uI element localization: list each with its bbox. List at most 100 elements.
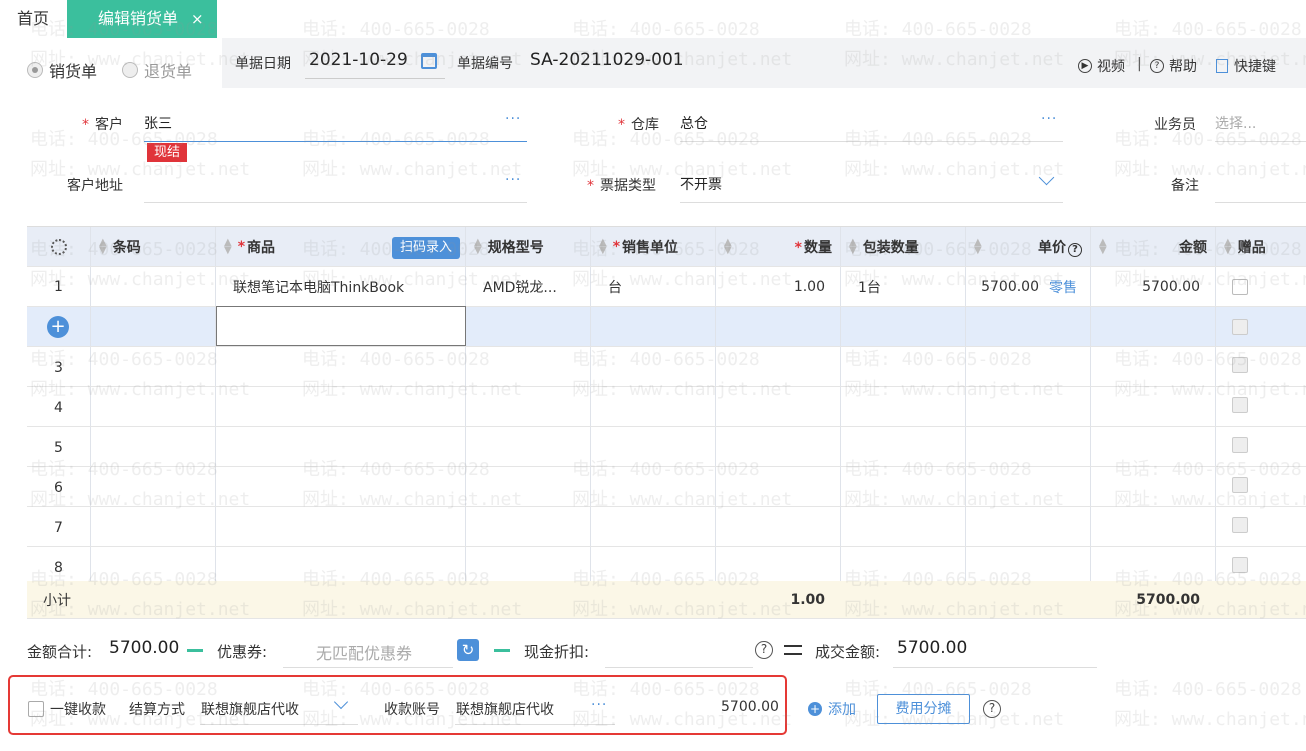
cell-pack-qty[interactable] (840, 307, 965, 346)
one-click-checkbox[interactable] (28, 701, 44, 717)
cell-unit[interactable]: 台 (590, 267, 715, 306)
col-amount[interactable]: ▲ ▼ 金额 (1090, 227, 1215, 266)
cell-spec[interactable] (465, 307, 590, 346)
salesman-input[interactable]: 选择... (1215, 113, 1256, 133)
keyboard-icon (1216, 59, 1228, 73)
address-input[interactable] (144, 202, 527, 203)
customer-input[interactable]: 张三 (144, 113, 172, 133)
cell-pack-qty[interactable]: 1台 (840, 267, 965, 306)
cell-gift[interactable] (1215, 307, 1306, 346)
fee-allocation-button[interactable]: 费用分摊 (877, 694, 970, 724)
shortcut-label: 快捷键 (1234, 59, 1276, 75)
radio-sales-order[interactable]: 销货单 (27, 58, 97, 82)
cell-qty[interactable] (715, 307, 840, 346)
help-icon[interactable]: ? (755, 641, 773, 659)
cell-spec[interactable]: AMD锐龙... (465, 267, 590, 306)
table-header: ▲ ▼ 条码 ▲ ▼ * 商品 ▲ ▼ 规格型号 ▲ ▼ * 销售单位 ▲ ▼ * 数量 ▲ ▼ 包装数量 ▲… (27, 227, 1306, 267)
close-icon[interactable]: × (191, 0, 204, 38)
table-row[interactable]: 4 (27, 387, 1306, 427)
tab-edit-sales-order[interactable]: 编辑销货单 × (67, 0, 217, 38)
col-price[interactable]: ▲ ▼ 单价? (965, 227, 1090, 266)
row-number: 3 (54, 360, 63, 376)
table-row[interactable]: 5 (27, 427, 1306, 467)
shortcut-button[interactable]: 快捷键 (1216, 56, 1276, 76)
plus-icon: + (47, 315, 69, 338)
row-number: 6 (54, 480, 63, 496)
col-spec[interactable]: ▲ ▼ 规格型号 (465, 227, 590, 266)
cell-gift[interactable] (1215, 427, 1306, 466)
table-row[interactable]: 7 (27, 507, 1306, 547)
cell-gift[interactable] (1215, 387, 1306, 426)
payment-amount[interactable]: 5700.00 (721, 699, 779, 715)
sort-icon: ▲ ▼ (849, 236, 857, 256)
table-row[interactable]: 1 联想笔记本电脑ThinkBook AMD锐龙... 台 1.00 1台 57… (27, 267, 1306, 307)
radio-label: 退货单 (144, 62, 193, 81)
account-more-icon[interactable]: ··· (591, 697, 607, 713)
radio-return-order[interactable]: 退货单 (122, 58, 192, 82)
warehouse-input[interactable]: 总仓 (680, 113, 708, 133)
watermark: 电话: 400-665-0028网址: www.chanjet.net (844, 129, 1065, 180)
cell-amount[interactable]: 5700.00 (1090, 267, 1215, 306)
remark-input[interactable] (1215, 202, 1306, 203)
cash-discount-label: 现金折扣: (524, 643, 590, 661)
gift-checkbox[interactable] (1232, 437, 1248, 453)
row-number: 7 (54, 520, 63, 536)
gift-checkbox[interactable] (1232, 397, 1248, 413)
cell-amount[interactable] (1090, 307, 1215, 346)
account-select[interactable]: 联想旗舰店代收 (456, 699, 554, 719)
col-unit[interactable]: ▲ ▼ * 销售单位 (590, 227, 715, 266)
product-edit-input[interactable] (216, 306, 466, 346)
customer-more-icon[interactable]: ··· (505, 111, 521, 127)
retail-price-link[interactable]: 零售 (1049, 277, 1077, 297)
calendar-icon[interactable] (421, 53, 437, 69)
cell-qty[interactable]: 1.00 (715, 267, 840, 306)
scan-entry-button[interactable]: 扫码录入 (392, 237, 460, 259)
coupon-select[interactable]: 无匹配优惠券 (316, 640, 412, 664)
invoice-type-select[interactable]: 不开票 (680, 174, 722, 194)
cash-discount-input[interactable] (605, 667, 753, 668)
cell-unit[interactable] (590, 307, 715, 346)
tab-home[interactable]: 首页 (0, 0, 66, 38)
cell-product[interactable]: 联想笔记本电脑ThinkBook (215, 267, 465, 306)
col-barcode[interactable]: ▲ ▼ 条码 (90, 227, 215, 266)
equals-icon (784, 645, 802, 655)
table-row[interactable]: 3 (27, 347, 1306, 387)
add-row-button[interactable]: + (27, 307, 90, 346)
cell-gift[interactable] (1215, 507, 1306, 546)
gift-checkbox[interactable] (1232, 357, 1248, 373)
cell-gift[interactable] (1215, 347, 1306, 386)
document-header: 销货单 退货单 单据日期 2021-10-29 单据编号 SA-20211029… (0, 38, 1306, 90)
gear-icon (50, 238, 67, 255)
gift-checkbox[interactable] (1232, 517, 1248, 533)
watermark: 电话: 400-665-0028网址: www.chanjet.net (30, 129, 251, 180)
date-field[interactable]: 2021-10-29 (309, 50, 408, 70)
col-qty[interactable]: ▲ ▼ * 数量 (715, 227, 840, 266)
video-button[interactable]: ▶ 视频 (1078, 56, 1125, 76)
gift-checkbox[interactable] (1232, 318, 1248, 335)
help-button[interactable]: ? 帮助 (1150, 56, 1197, 76)
col-gift[interactable]: ▲ ▼ 赠品 (1215, 227, 1306, 266)
cell-price[interactable] (965, 307, 1090, 346)
cell-barcode[interactable] (90, 307, 215, 346)
help-icon[interactable]: ? (983, 700, 1001, 718)
cell-price[interactable]: 5700.00 零售 (965, 267, 1090, 306)
column-settings[interactable] (27, 227, 90, 266)
gift-checkbox[interactable] (1232, 557, 1248, 573)
refresh-icon[interactable]: ↻ (457, 639, 479, 661)
gift-checkbox[interactable] (1232, 477, 1248, 493)
table-row[interactable]: 6 (27, 467, 1306, 507)
add-payment-button[interactable]: + 添加 (808, 699, 856, 719)
address-more-icon[interactable]: ··· (505, 172, 521, 188)
gift-checkbox[interactable] (1232, 278, 1248, 295)
number-value: SA-20211029-001 (530, 50, 684, 70)
col-pack-qty[interactable]: ▲ ▼ 包装数量 (840, 227, 965, 266)
row-number: 1 (54, 278, 63, 295)
settle-select[interactable]: 联想旗舰店代收 (201, 699, 299, 719)
cell-gift[interactable] (1215, 267, 1306, 306)
address-label: 客户地址 (67, 178, 123, 194)
warehouse-more-icon[interactable]: ··· (1041, 111, 1057, 127)
cell-barcode[interactable] (90, 267, 215, 306)
sort-icon: ▲ ▼ (1224, 236, 1232, 256)
chevron-down-icon[interactable] (1038, 169, 1055, 186)
cell-gift[interactable] (1215, 467, 1306, 506)
